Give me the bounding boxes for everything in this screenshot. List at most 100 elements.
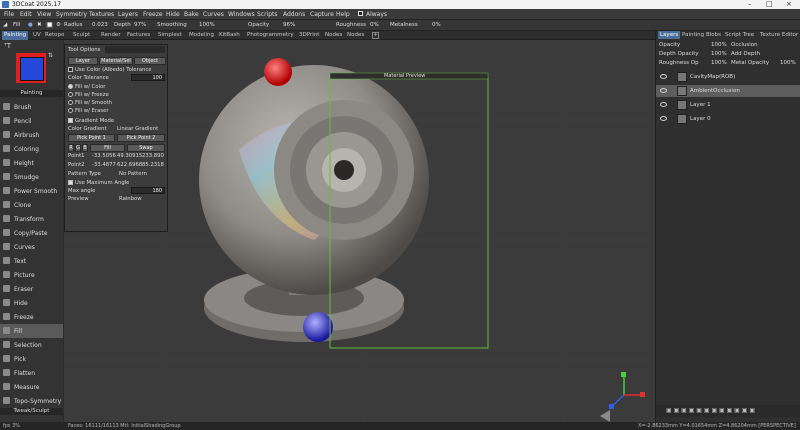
- smoothing-value[interactable]: 100%: [199, 22, 215, 28]
- pick-point-2-button[interactable]: Pick Point 2: [117, 134, 165, 142]
- fill-button[interactable]: Fill: [90, 144, 125, 152]
- gradient-point-1-handle[interactable]: [264, 58, 292, 86]
- visibility-eye-icon[interactable]: [660, 74, 667, 79]
- color-swatch-icon[interactable]: ■: [46, 22, 54, 28]
- fill-freeze-radio[interactable]: [68, 92, 73, 97]
- tool-pencil[interactable]: Pencil: [0, 114, 63, 128]
- tool-picture[interactable]: Picture: [0, 268, 63, 282]
- menu-hide[interactable]: Hide: [166, 11, 180, 18]
- layer-actions-icons[interactable]: ▣ ▣ ▣ ▣ ▣ ▣ ▣ ▣ ▣ ▣ ▣ ▣: [666, 407, 755, 414]
- menu-windows[interactable]: Windows: [228, 11, 255, 18]
- tool-copy-paste[interactable]: Copy/Paste: [0, 226, 63, 240]
- tab-blobs[interactable]: Blobs: [706, 32, 721, 38]
- layer-row[interactable]: Layer 0: [656, 113, 800, 125]
- layer-row[interactable]: CavityMap(ROB): [656, 71, 800, 83]
- mode-b-button[interactable]: B: [82, 144, 88, 152]
- depth-label[interactable]: Depth: [114, 22, 131, 28]
- point2-x[interactable]: -33.4877: [92, 162, 116, 168]
- fill-smooth-radio[interactable]: [68, 100, 73, 105]
- tab-painting[interactable]: Painting: [2, 31, 29, 40]
- menu-textures[interactable]: Textures: [89, 11, 114, 18]
- tool-flatten[interactable]: Flatten: [0, 366, 63, 380]
- menu-capture[interactable]: Capture: [310, 11, 334, 18]
- metalness-value[interactable]: 0%: [432, 22, 441, 28]
- menu-layers[interactable]: Layers: [118, 11, 138, 18]
- use-color-tolerance-checkbox[interactable]: [68, 67, 73, 72]
- opacity-label[interactable]: Opacity: [248, 22, 269, 28]
- tool-power-smooth[interactable]: Power Smooth: [0, 184, 63, 198]
- point1-z[interactable]: 233.890: [142, 153, 164, 159]
- opacity-value[interactable]: 96%: [283, 22, 295, 28]
- tab-kitbash[interactable]: KitBash: [219, 32, 240, 38]
- tool-topo-symmetry[interactable]: Topo-Symmetry: [0, 394, 63, 408]
- tab-layers[interactable]: Layers: [658, 31, 681, 39]
- swap-colors-icon[interactable]: ⇅: [48, 52, 53, 59]
- swap-button[interactable]: Swap: [127, 144, 165, 152]
- tool-curves[interactable]: Curves: [0, 240, 63, 254]
- tool-clone[interactable]: Clone: [0, 198, 63, 212]
- metalness-label[interactable]: Metalness: [390, 22, 418, 28]
- tool-fill[interactable]: Fill: [0, 324, 63, 338]
- gradient-point-2-handle[interactable]: [303, 312, 333, 342]
- tool-brush[interactable]: Brush: [0, 100, 63, 114]
- material-sel-tab-button[interactable]: Material/Sel: [99, 57, 133, 65]
- menu-addons[interactable]: Addons: [283, 11, 305, 18]
- tab-photogrammetry[interactable]: Photogrammetry: [247, 32, 294, 38]
- depth-value[interactable]: 97%: [134, 22, 146, 28]
- tab-simplest[interactable]: Simplest: [158, 32, 182, 38]
- menu-view[interactable]: View: [37, 11, 51, 18]
- object-tab-button[interactable]: Object: [134, 57, 166, 65]
- visibility-eye-icon[interactable]: [660, 116, 667, 121]
- tab-uv[interactable]: UV: [33, 32, 41, 38]
- pattern-type-dropdown[interactable]: No Pattern: [119, 171, 147, 177]
- tool-coloring[interactable]: Coloring: [0, 142, 63, 156]
- tool-freeze[interactable]: Freeze: [0, 310, 63, 324]
- tab-modeling[interactable]: Modeling: [189, 32, 214, 38]
- tab-nodes-1[interactable]: Nodes: [325, 32, 342, 38]
- tab-nodes-2[interactable]: Nodes: [347, 32, 364, 38]
- text-tool-icon[interactable]: ᵀT: [4, 42, 11, 50]
- tool-measure[interactable]: Measure: [0, 380, 63, 394]
- tab-factures[interactable]: Factures: [127, 32, 150, 38]
- tool-eraser[interactable]: Eraser: [0, 282, 63, 296]
- roughness-value[interactable]: 0%: [370, 22, 379, 28]
- brush-settings-icon[interactable]: ⚙: [56, 22, 61, 28]
- menu-help[interactable]: Help: [336, 11, 350, 18]
- layer-tab-button[interactable]: Layer: [68, 57, 98, 65]
- menu-freeze[interactable]: Freeze: [143, 11, 163, 18]
- pick-point-1-button[interactable]: Pick Point 1: [68, 134, 115, 142]
- point1-y[interactable]: 49.30915: [117, 153, 142, 159]
- color-pick-icon[interactable]: ✖: [37, 22, 42, 28]
- tool-transform[interactable]: Transform: [0, 212, 63, 226]
- color-gradient-dropdown[interactable]: Color Gradient: [68, 126, 107, 132]
- depth-opacity-value[interactable]: 100%: [711, 51, 727, 57]
- menu-curves[interactable]: Curves: [203, 11, 224, 18]
- minimize-icon[interactable]: –: [748, 0, 752, 8]
- point2-y[interactable]: 622.6968: [117, 162, 142, 168]
- layer-row[interactable]: AmbientOcclusion: [656, 85, 800, 97]
- mode-r-button[interactable]: R: [68, 144, 74, 152]
- close-icon[interactable]: ×: [786, 0, 792, 8]
- undo-arrow-icon[interactable]: [600, 410, 610, 422]
- tool-airbrush[interactable]: Airbrush: [0, 128, 63, 142]
- color-tolerance-field[interactable]: 100: [131, 74, 165, 81]
- axis-gizmo-icon[interactable]: [609, 372, 645, 409]
- tool-pick[interactable]: Pick: [0, 352, 63, 366]
- layer-row[interactable]: Layer 1: [656, 99, 800, 111]
- menu-symmetry[interactable]: Symmetry: [56, 11, 87, 18]
- point1-x[interactable]: -33.5056: [92, 153, 116, 159]
- brush-shape-icon[interactable]: ●: [28, 22, 33, 28]
- gradient-mode-checkbox[interactable]: [68, 118, 73, 123]
- opacity-prop-value[interactable]: 100%: [711, 42, 727, 48]
- roughness-label[interactable]: Roughness: [336, 22, 366, 28]
- smoothing-label[interactable]: Smoothing: [157, 22, 187, 28]
- depth-mode-dropdown[interactable]: Add Depth: [731, 51, 760, 57]
- radius-value[interactable]: 0.023: [92, 22, 108, 28]
- tool-hide[interactable]: Hide: [0, 296, 63, 310]
- menu-edit[interactable]: Edit: [20, 11, 32, 18]
- tab-texture-editor[interactable]: Texture Editor: [760, 32, 798, 38]
- mode-g-button[interactable]: G: [75, 144, 81, 152]
- always-checkbox[interactable]: [358, 11, 363, 16]
- tool-height[interactable]: Height: [0, 156, 63, 170]
- menu-scripts[interactable]: Scripts: [257, 11, 278, 18]
